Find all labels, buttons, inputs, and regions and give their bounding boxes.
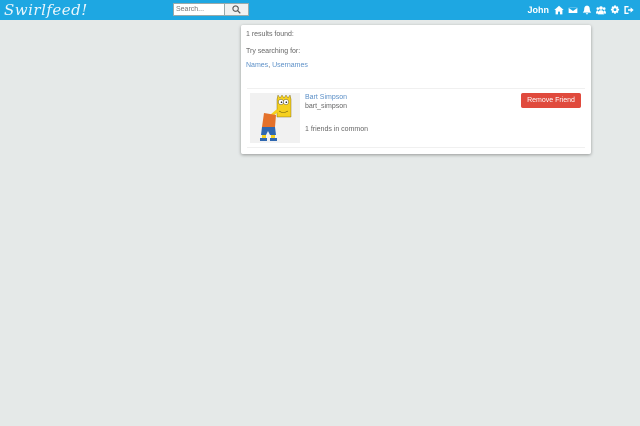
filter-separator: , <box>268 62 271 69</box>
nav-icons: John <box>528 3 636 17</box>
search-form <box>173 3 249 16</box>
try-searching-label: Try searching for: <box>246 48 301 55</box>
user-name-link[interactable]: John <box>528 5 550 15</box>
home-icon[interactable] <box>553 4 565 16</box>
search-input[interactable] <box>173 3 225 16</box>
friend-result-card: Bart Simpson bart_simpson 1 friends in c… <box>247 88 585 148</box>
gear-icon[interactable] <box>609 4 621 16</box>
users-icon[interactable] <box>595 4 607 16</box>
bell-icon[interactable] <box>581 4 593 16</box>
friend-name-link[interactable]: Bart Simpson <box>305 94 347 101</box>
envelope-icon[interactable] <box>567 4 579 16</box>
results-count: 1 results found: <box>246 31 294 38</box>
logo[interactable]: Swirlfeed! <box>4 1 88 19</box>
sign-out-icon[interactable] <box>623 4 635 16</box>
magnifier-icon <box>232 5 241 14</box>
filter-usernames-link[interactable]: Usernames <box>272 62 308 69</box>
mutual-friends-count: 1 friends in common <box>305 126 369 133</box>
filter-names-link[interactable]: Names <box>246 62 268 69</box>
search-button[interactable] <box>225 3 249 16</box>
avatar[interactable] <box>250 93 300 143</box>
search-results-panel: 1 results found: Try searching for: Name… <box>241 25 591 154</box>
friend-username: bart_simpson <box>305 103 348 110</box>
top-navbar: Swirlfeed! John <box>0 0 640 20</box>
remove-friend-button[interactable]: Remove Friend <box>521 93 581 108</box>
search-filters: Names, Usernames <box>246 62 308 69</box>
bart-simpson-avatar-image <box>250 93 300 143</box>
